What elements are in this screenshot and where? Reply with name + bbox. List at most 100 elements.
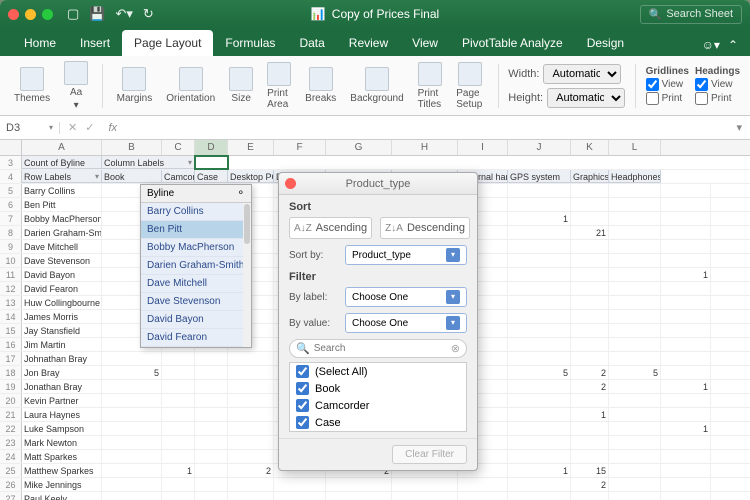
column-header-H[interactable]: H [392,140,458,155]
print-area-button[interactable]: Print Area [263,62,295,110]
data-cell[interactable] [571,324,609,337]
data-cell[interactable] [508,492,571,500]
data-cell[interactable] [661,198,711,211]
data-cell[interactable] [571,394,609,407]
sort-descending-button[interactable]: Z↓ADescending [380,217,470,239]
filter-item[interactable]: Case [290,414,466,431]
pivot-col-header[interactable]: Camcorder [162,170,195,183]
data-cell[interactable] [102,394,162,407]
byline-cell[interactable]: Matt Sparkes [22,450,102,463]
data-cell[interactable] [609,352,661,365]
data-cell[interactable] [609,450,661,463]
data-cell[interactable] [102,422,162,435]
pivot-count-label[interactable]: Count of Byline [22,156,102,169]
data-cell[interactable] [195,464,228,477]
column-header-F[interactable]: F [274,140,326,155]
row-header[interactable]: 10 [0,254,22,267]
data-cell[interactable] [661,478,711,491]
byline-cell[interactable]: Barry Collins [22,184,102,197]
by-label-select[interactable]: Choose One▾ [345,287,467,307]
data-cell[interactable] [508,478,571,491]
redo-icon[interactable]: ↻ [143,6,154,22]
data-cell[interactable] [661,212,711,225]
byline-cell[interactable]: Jim Martin [22,338,102,351]
pivot-col-header[interactable]: GPS system [508,170,571,183]
data-cell[interactable] [609,254,661,267]
data-cell[interactable] [571,240,609,253]
data-cell[interactable] [102,464,162,477]
share-icon[interactable]: ☺▾ [702,38,720,52]
data-cell[interactable] [458,478,508,491]
data-cell[interactable] [508,240,571,253]
row-header[interactable]: 13 [0,296,22,309]
expand-formula-icon[interactable]: ▾ [728,121,750,134]
data-cell[interactable]: 1 [162,464,195,477]
data-cell[interactable]: 2 [228,464,274,477]
byline-cell[interactable]: Jonathan Bray [22,380,102,393]
data-cell[interactable] [508,198,571,211]
data-cell[interactable] [162,478,195,491]
column-header-I[interactable]: I [458,140,508,155]
data-cell[interactable] [195,380,228,393]
tab-page-layout[interactable]: Page Layout [122,30,213,56]
byline-cell[interactable]: James Morris [22,310,102,323]
selected-cell[interactable] [195,156,228,169]
data-cell[interactable] [609,324,661,337]
byline-cell[interactable]: Ben Pitt [22,198,102,211]
column-header-B[interactable]: B [102,140,162,155]
data-cell[interactable]: 5 [609,366,661,379]
data-cell[interactable]: 1 [508,212,571,225]
data-cell[interactable] [162,436,195,449]
select-all-corner[interactable] [0,140,22,155]
data-cell[interactable] [508,184,571,197]
data-cell[interactable] [102,380,162,393]
data-cell[interactable] [392,492,458,500]
byline-cell[interactable]: Mark Newton [22,436,102,449]
data-cell[interactable] [661,184,711,197]
byline-filter-item[interactable]: Darien Graham-Smith [141,257,251,275]
data-cell[interactable] [102,492,162,500]
margins-button[interactable]: Margins [113,67,157,104]
data-cell[interactable]: 2 [571,380,609,393]
row-header[interactable]: 21 [0,408,22,421]
headings-print-checkbox[interactable]: Print [695,92,740,105]
data-cell[interactable] [661,296,711,309]
row-header[interactable]: 18 [0,366,22,379]
data-cell[interactable] [228,394,274,407]
data-cell[interactable] [228,450,274,463]
data-cell[interactable] [571,184,609,197]
row-header[interactable]: 20 [0,394,22,407]
data-cell[interactable] [162,380,195,393]
background-button[interactable]: Background [346,67,407,104]
tab-data[interactable]: Data [287,30,336,56]
data-cell[interactable] [228,436,274,449]
row-header[interactable]: 19 [0,380,22,393]
minimize-window[interactable] [25,9,36,20]
data-cell[interactable] [162,394,195,407]
data-cell[interactable] [661,254,711,267]
data-cell[interactable] [102,478,162,491]
headings-view-checkbox[interactable]: View [695,78,740,91]
print-titles-button[interactable]: Print Titles [414,62,447,110]
close-window[interactable] [8,9,19,20]
byline-cell[interactable]: Laura Haynes [22,408,102,421]
byline-cell[interactable]: David Fearon [22,282,102,295]
data-cell[interactable] [609,198,661,211]
row-header[interactable]: 4 [0,170,22,183]
themes-button[interactable]: Themes [10,67,54,104]
data-cell[interactable] [571,282,609,295]
filter-search[interactable]: 🔍⊗ [289,339,467,358]
close-icon[interactable] [285,178,296,189]
data-cell[interactable] [571,492,609,500]
row-header[interactable]: 23 [0,436,22,449]
byline-cell[interactable]: Jon Bray [22,366,102,379]
data-cell[interactable] [508,408,571,421]
height-select[interactable]: Automatic [547,88,625,108]
filter-item[interactable]: Book [290,380,466,397]
data-cell[interactable] [458,492,508,500]
data-cell[interactable] [609,338,661,351]
data-cell[interactable] [326,478,392,491]
data-cell[interactable] [162,408,195,421]
data-cell[interactable] [661,464,711,477]
row-header[interactable]: 27 [0,492,22,500]
